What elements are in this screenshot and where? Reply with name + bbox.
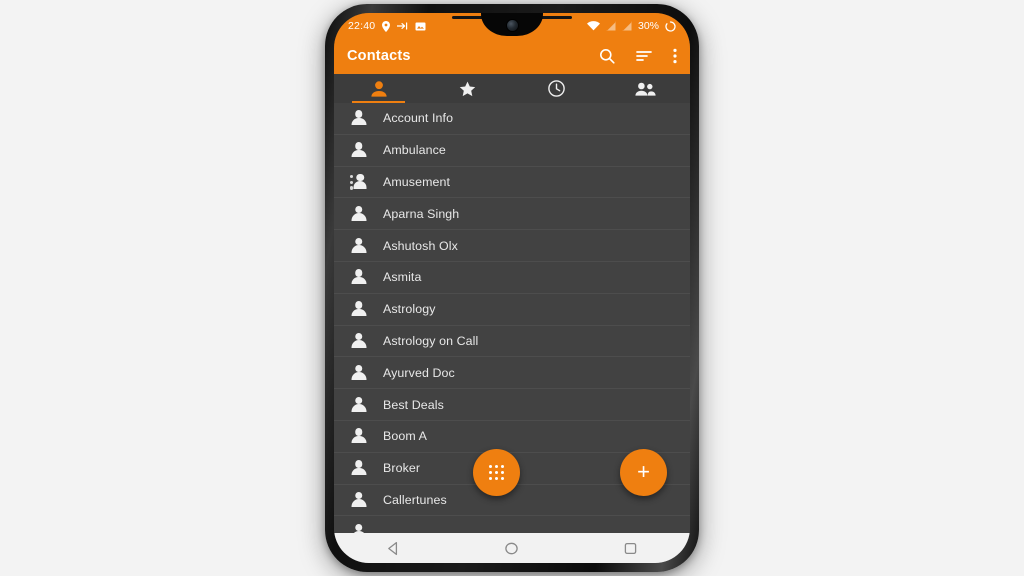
page-title: Contacts (347, 48, 411, 64)
tab-groups[interactable] (601, 74, 690, 103)
front-camera-icon (506, 20, 518, 31)
dialpad-fab[interactable] (473, 449, 520, 496)
person-icon (350, 301, 367, 317)
location-pin-icon (382, 20, 391, 32)
plus-icon: + (637, 458, 650, 484)
tab-bar (334, 73, 690, 103)
person-icon (350, 142, 367, 158)
person-icon (350, 269, 367, 285)
person-icon (350, 491, 367, 508)
contact-name: Aparna Singh (383, 206, 460, 221)
person-icon (350, 460, 367, 476)
battery-rotate-icon (665, 20, 676, 32)
person-icon (350, 364, 367, 381)
android-navigation-bar (334, 533, 690, 563)
contact-name: Ayurved Doc (383, 365, 455, 380)
contact-list[interactable]: Account Info Ambulance Amusement Aparna Sin… (334, 103, 690, 533)
phone-screen: 22:40 30% Contacts Account Info Ambulanc… (334, 13, 690, 563)
nav-back-button[interactable] (386, 541, 401, 556)
contact-list-item[interactable]: Astrology (334, 293, 690, 326)
contact-name: Astrology on Call (383, 333, 479, 348)
search-icon[interactable] (599, 48, 615, 64)
contact-name: Astrology (383, 302, 436, 317)
contact-name: Best Deals (383, 397, 444, 412)
contact-name: Asmita (383, 270, 422, 285)
contact-list-item[interactable]: Boom A (334, 420, 690, 453)
app-bar-actions (599, 48, 677, 64)
contact-list-item[interactable]: Asmita (334, 261, 690, 294)
contact-name: Broker (383, 461, 421, 476)
phone-device-frame: 22:40 30% Contacts Account Info Ambulanc… (325, 4, 699, 572)
person-icon (350, 332, 367, 349)
add-contact-fab[interactable]: + (620, 449, 667, 496)
status-bar-left-group: 22:40 (348, 20, 426, 32)
contact-name: Ambulance (383, 143, 446, 158)
status-bar-right-group: 30% (586, 20, 676, 32)
person-icon (350, 205, 367, 222)
person-icon (350, 523, 367, 533)
contact-list-item[interactable] (334, 516, 690, 533)
nav-recents-button[interactable] (623, 541, 638, 556)
contact-list-item[interactable]: Best Deals (334, 389, 690, 421)
data-transfer-icon (397, 21, 408, 31)
tab-favorites[interactable] (423, 74, 512, 103)
contact-name: Boom A (383, 429, 427, 444)
contact-list-item[interactable]: Ashutosh Olx (334, 230, 690, 262)
contact-name: Account Info (383, 111, 454, 126)
screenshot-stage: 22:40 30% Contacts Account Info Ambulanc… (0, 0, 1024, 576)
wifi-icon (586, 21, 600, 31)
contact-name: Ashutosh Olx (383, 238, 458, 253)
sort-icon[interactable] (636, 49, 652, 63)
phone-screen-bezel: 22:40 30% Contacts Account Info Ambulanc… (334, 13, 690, 563)
nav-home-button[interactable] (504, 541, 519, 556)
app-bar: Contacts (334, 39, 690, 73)
tab-contacts[interactable] (334, 74, 423, 103)
contact-list-item[interactable]: Ayurved Doc (334, 357, 690, 390)
person-icon (350, 110, 367, 126)
contact-list-item[interactable]: Amusement (334, 166, 690, 199)
person-icon (350, 428, 367, 444)
gallery-icon (415, 22, 426, 31)
contact-list-item[interactable]: Ambulance (334, 134, 690, 167)
contact-list-item[interactable]: Account Info (334, 103, 690, 135)
battery-percentage-label: 30% (637, 20, 659, 32)
person-icon (350, 396, 367, 413)
dialpad-icon (489, 465, 504, 480)
contact-list-item[interactable]: Astrology on Call (334, 325, 690, 358)
sim2-signal-icon (622, 21, 632, 31)
contact-name: Callertunes (383, 492, 447, 507)
person-icon (350, 237, 367, 254)
sim1-signal-icon (606, 21, 616, 31)
overflow-menu-icon[interactable] (673, 48, 677, 64)
group-icon (350, 173, 367, 190)
contact-list-item[interactable]: Aparna Singh (334, 198, 690, 231)
status-bar-clock: 22:40 (348, 20, 376, 32)
contact-name: Amusement (383, 174, 451, 189)
tab-history[interactable] (512, 74, 601, 103)
